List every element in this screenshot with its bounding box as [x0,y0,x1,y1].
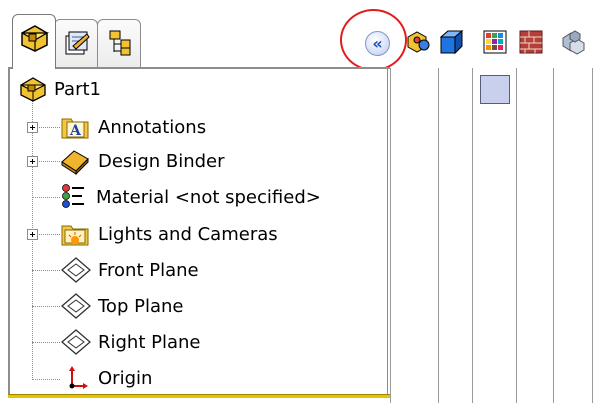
tree-item-design-binder[interactable]: Design Binder [60,146,225,176]
blue-cube-icon[interactable] [437,28,465,56]
tree-item-label: Origin [98,367,153,389]
highlight-circle [340,9,407,71]
color-swatch[interactable] [480,75,510,104]
column-divider [592,68,593,403]
column-divider [553,68,554,403]
brick-texture-icon[interactable] [517,28,545,56]
configuration-manager-icon [109,30,131,56]
tree-item-lights-and-cameras[interactable]: Lights and Cameras [60,219,278,249]
scene-icon[interactable] [559,28,587,56]
tree-item-origin[interactable]: Origin [60,363,152,393]
tree-connector [32,197,60,198]
tree-connector [32,342,60,343]
tree-item-label: Front Plane [98,259,199,281]
tree-item-label: Part1 [54,78,101,100]
plane-icon [61,329,91,355]
tree-item-part1[interactable]: Part1 [18,74,101,104]
column-divider [390,68,391,403]
tree-item-top-plane[interactable]: Top Plane [60,291,183,321]
column-divider [438,68,439,403]
tree-item-label: Top Plane [98,295,184,317]
part-icon [20,77,46,102]
plane-icon [61,257,91,283]
feature-manager-window: « Part1 A Annotations Design Binder Mate… [0,0,614,403]
tree-item-front-plane[interactable]: Front Plane [60,255,199,285]
tree-connector [32,379,60,380]
expand-toggle[interactable] [27,122,38,133]
tree-connector [32,306,60,307]
tree-item-annotations[interactable]: A Annotations [60,112,206,142]
tree-item-label: Material <not specified> [96,186,321,208]
property-manager-icon [65,31,90,55]
tree-item-label: Annotations [98,116,207,138]
tree-item-material[interactable]: Material <not specified> [60,182,321,212]
tree-item-right-plane[interactable]: Right Plane [60,327,201,357]
column-divider [516,68,517,403]
tab-configuration-manager[interactable] [97,19,141,67]
annotations-icon: A [61,118,89,139]
expand-toggle[interactable] [27,229,38,240]
tree-connector [32,270,60,271]
tree-item-label: Lights and Cameras [98,223,278,245]
svg-text:A: A [69,123,82,139]
column-divider [472,68,473,403]
origin-icon [69,366,88,389]
plane-icon [61,293,91,319]
tree-bottom-bar [8,394,390,398]
feature-manager-icon [21,25,50,52]
material-icon [62,184,84,208]
tab-property-manager[interactable] [54,19,98,67]
color-grid-icon[interactable] [481,28,509,56]
expand-toggle[interactable] [27,156,38,167]
tree-item-label: Right Plane [98,331,201,353]
design-binder-icon [61,150,89,175]
appearances-icon[interactable] [405,28,433,56]
tab-feature-manager[interactable] [12,14,56,69]
lights-cameras-icon [61,225,89,246]
tree-item-label: Design Binder [98,150,225,172]
